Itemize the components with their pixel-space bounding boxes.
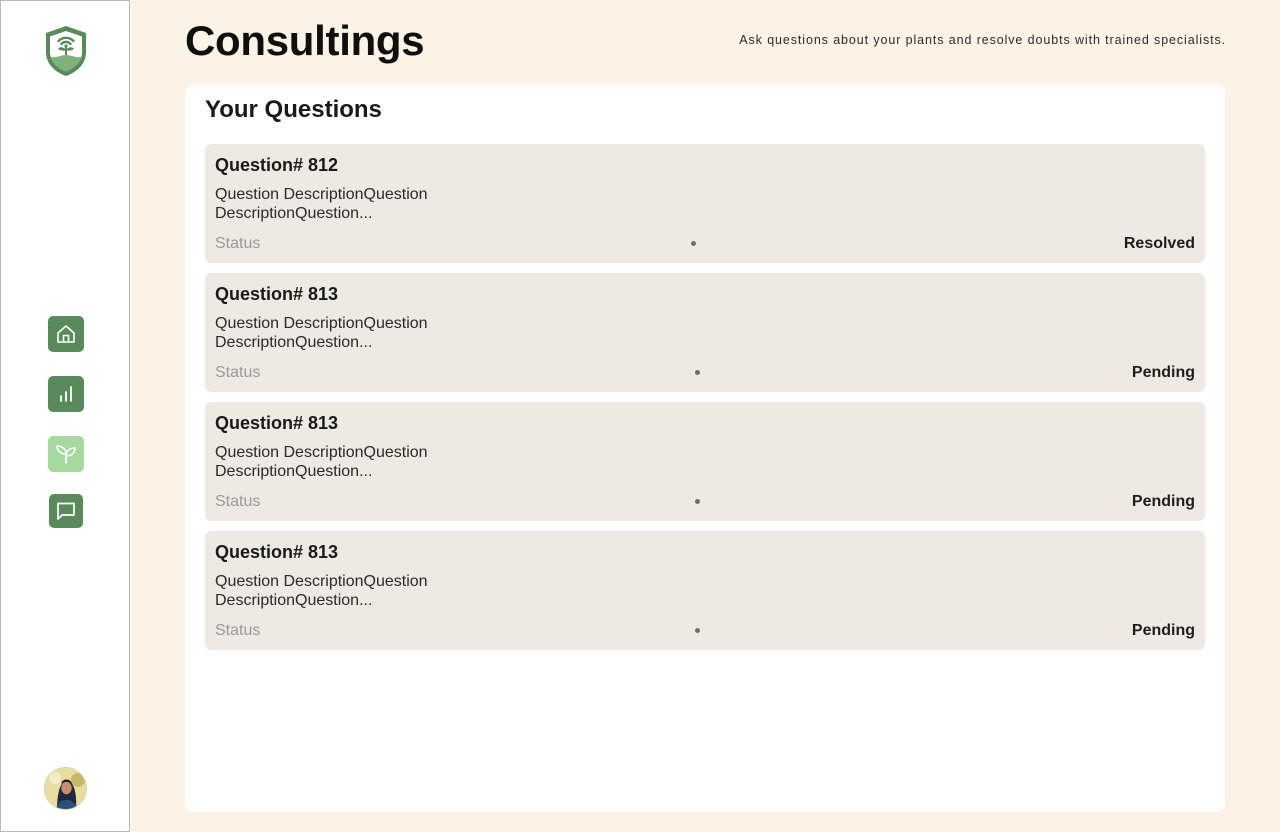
question-title: Question# 813 <box>215 284 339 304</box>
status-badge: Pending <box>1131 364 1195 381</box>
sprout-icon <box>56 445 76 464</box>
question-card[interactable]: Question# 813 Question DescriptionQuesti… <box>205 531 1205 650</box>
sidebar-item-consultings[interactable] <box>49 494 83 528</box>
question-card[interactable]: Question# 812 Question DescriptionQuesti… <box>205 144 1205 263</box>
question-card[interactable]: Question# 813 Question DescriptionQuesti… <box>205 273 1205 392</box>
sidebar <box>0 0 130 832</box>
question-description: Question DescriptionQuestion Description… <box>215 573 428 609</box>
question-title: Question# 813 <box>215 413 339 433</box>
status-dot-icon <box>695 370 700 375</box>
sidebar-item-home[interactable] <box>48 316 84 352</box>
status-dot-icon <box>695 499 700 504</box>
question-title: Question# 813 <box>215 542 339 562</box>
questions-panel: Your Questions Question# 812 Question De… <box>185 85 1225 812</box>
status-label: Status <box>215 622 261 639</box>
status-label: Status <box>215 364 261 381</box>
status-dot-icon <box>695 628 700 633</box>
bar-chart-icon <box>60 386 72 402</box>
question-title: Question# 812 <box>215 155 339 175</box>
question-description: Question DescriptionQuestion Description… <box>215 444 428 480</box>
sidebar-item-plants[interactable] <box>48 436 84 472</box>
status-dot-icon <box>691 241 696 246</box>
message-icon <box>57 502 75 520</box>
sidebar-item-analytics[interactable] <box>48 376 84 412</box>
status-label: Status <box>215 235 261 252</box>
page-subtitle: Ask questions about your plants and reso… <box>739 33 1226 47</box>
question-card[interactable]: Question# 813 Question DescriptionQuesti… <box>205 402 1205 521</box>
question-description: Question DescriptionQuestion Description… <box>215 186 428 222</box>
page-title: Consultings <box>185 17 425 64</box>
home-icon <box>57 325 75 343</box>
status-badge: Pending <box>1131 493 1195 510</box>
status-badge: Pending <box>1131 622 1195 639</box>
status-label: Status <box>215 493 261 510</box>
panel-title: Your Questions <box>205 96 382 123</box>
user-avatar[interactable] <box>44 767 87 810</box>
question-description: Question DescriptionQuestion Description… <box>215 315 428 351</box>
app-logo-icon[interactable] <box>42 24 90 78</box>
question-list: Question# 812 Question DescriptionQuesti… <box>205 144 1205 660</box>
status-badge: Resolved <box>1123 235 1195 252</box>
